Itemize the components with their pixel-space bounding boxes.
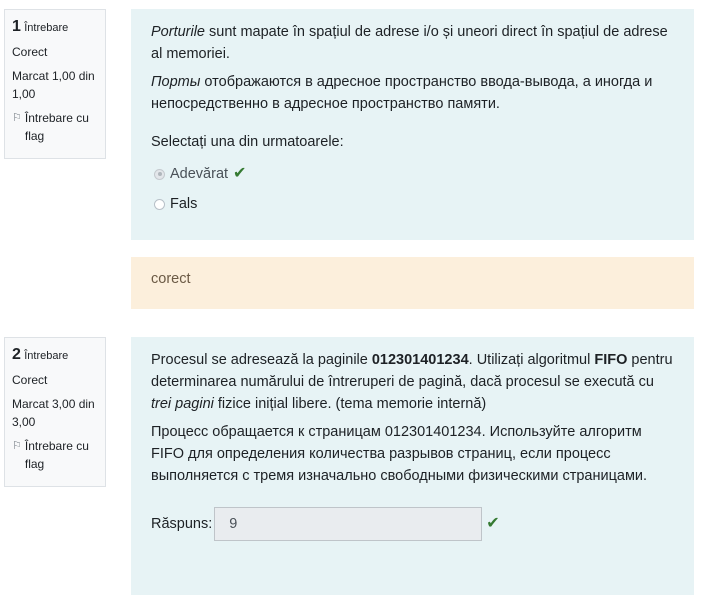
question-text-ro: Porturile sunt mapate în spațiul de adre… (151, 24, 668, 62)
question-state: Corect (12, 373, 48, 387)
option-fals[interactable]: Fals (154, 189, 674, 219)
question-1-feedback: corect (131, 257, 694, 309)
answer-prompt: Selectați una din urmatoarele: (151, 134, 344, 150)
question-number: 1 (12, 18, 21, 35)
option-label: Fals (170, 196, 198, 212)
answer-input[interactable]: 9 (214, 507, 483, 541)
correct-check-icon: ✔ (233, 165, 247, 182)
question-number: 2 (12, 346, 21, 363)
question-1-info: 1 Întrebare Corect Marcat 1,00 din 1,00 … (4, 9, 106, 159)
question-1-formulation: Porturile sunt mapate în spațiul de adre… (131, 9, 694, 240)
correct-check-icon: ✔ (486, 515, 500, 532)
flag-icon: ⚐ (12, 440, 22, 452)
question-word: Întrebare (24, 350, 69, 362)
option-label: Adevărat (170, 166, 229, 182)
radio-button-checked[interactable] (154, 168, 165, 180)
question-2-formulation: Procesul se adresează la paginile 012301… (131, 337, 694, 595)
question-state: Corect (12, 45, 48, 59)
question-2-info: 2 Întrebare Corect Marcat 3,00 din 3,00 … (4, 337, 106, 487)
option-adevarat[interactable]: Adevărat ✔ (154, 159, 674, 189)
flag-question-button[interactable]: ⚐ Întrebare cu flag (12, 437, 98, 473)
flag-question-button[interactable]: ⚐ Întrebare cu flag (12, 109, 98, 145)
question-text-ro: Procesul se adresează la paginile 012301… (151, 352, 673, 412)
flag-label: Întrebare cu flag (24, 111, 89, 143)
answer-row: Răspuns: 9 ✔ (151, 507, 674, 541)
radio-button[interactable] (154, 198, 165, 210)
feedback-text: corect (151, 271, 191, 287)
answer-label: Răspuns: (151, 516, 213, 532)
question-mark: Marcat 1,00 din 1,00 (12, 69, 95, 101)
flag-label: Întrebare cu flag (24, 439, 89, 471)
flag-icon: ⚐ (12, 112, 22, 124)
question-text-ru: Процесс обращается к страницам 012301401… (151, 424, 648, 484)
question-word: Întrebare (24, 22, 69, 34)
question-mark: Marcat 3,00 din 3,00 (12, 397, 95, 429)
question-text-ru: Порты отображаются в адресное пространст… (151, 74, 653, 112)
